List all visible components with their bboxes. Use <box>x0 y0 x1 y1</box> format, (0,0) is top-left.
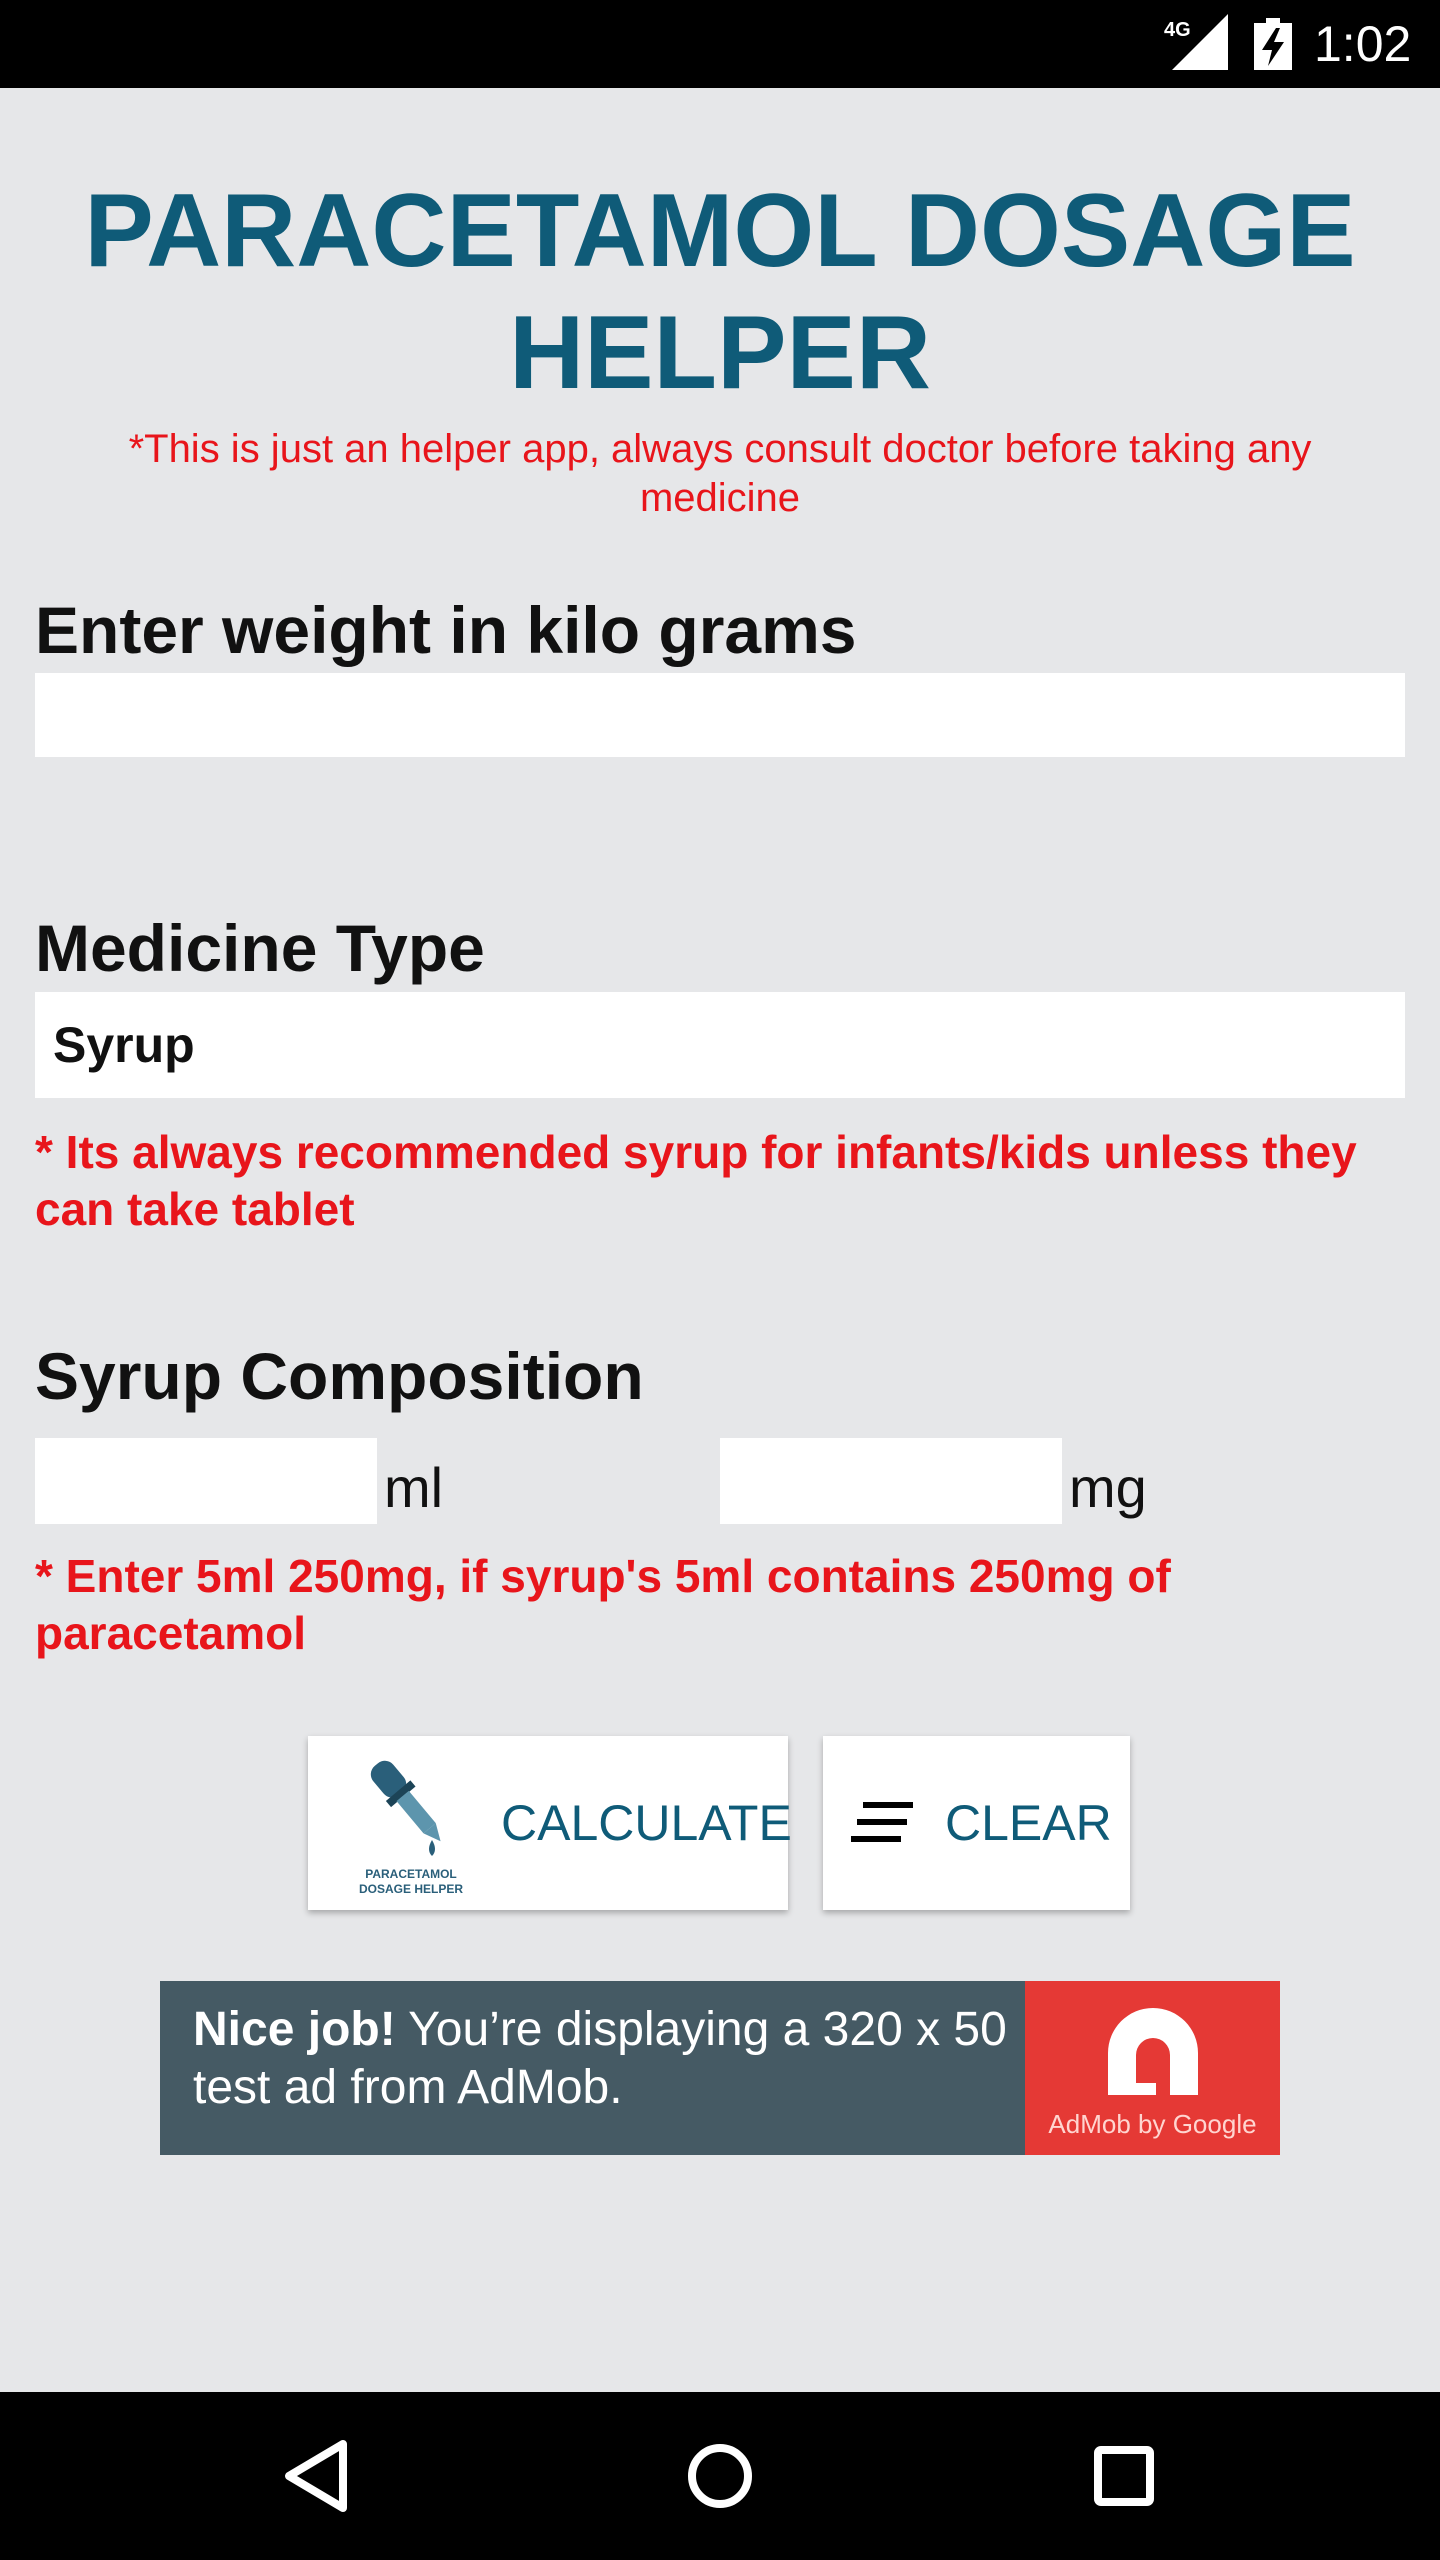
ml-unit-label: ml <box>384 1456 444 1519</box>
medicine-type-select[interactable]: Syrup <box>35 992 1405 1098</box>
calculate-button-label: CALCULATE <box>501 1795 792 1851</box>
status-bar: 4G 1:02 <box>0 0 1440 88</box>
medicine-type-selected: Syrup <box>53 1017 195 1073</box>
nav-home-icon[interactable] <box>670 2426 770 2526</box>
svg-text:PARACETAMOL: PARACETAMOL <box>365 1867 457 1881</box>
nav-recents-icon[interactable] <box>1074 2426 1174 2526</box>
syrup-composition-label: Syrup Composition <box>35 1339 644 1413</box>
ad-brand: AdMob by Google <box>1048 2109 1257 2139</box>
ad-headline: Nice job! <box>193 2003 396 2056</box>
ad-text: Nice job! You’re displaying a 320 x 50 t… <box>193 2001 1013 2117</box>
calculate-button[interactable]: PARACETAMOL DOSAGE HELPER CALCULATE <box>308 1736 792 1910</box>
battery-charging-icon <box>1254 18 1292 70</box>
mg-unit-label: mg <box>1069 1456 1147 1519</box>
status-time: 1:02 <box>1314 16 1412 72</box>
ad-brand-panel: AdMob by Google <box>1025 1981 1280 2155</box>
weight-label: Enter weight in kilo grams <box>35 593 857 667</box>
page-title: PARACETAMOL DOSAGE HELPER <box>84 173 1356 411</box>
network-4g-icon: 4G <box>1164 14 1228 70</box>
clear-button[interactable]: CLEAR <box>823 1736 1130 1910</box>
weight-input[interactable] <box>35 673 1405 757</box>
syrup-mg-input[interactable] <box>720 1438 1062 1524</box>
svg-text:4G: 4G <box>1164 19 1191 41</box>
medicine-type-label: Medicine Type <box>35 911 485 985</box>
clear-lines-icon <box>851 1802 913 1842</box>
disclaimer-text: *This is just an helper app, always cons… <box>128 427 1312 520</box>
admob-test-ad[interactable]: Nice job! You’re displaying a 320 x 50 t… <box>160 1981 1280 2155</box>
navigation-bar <box>0 2392 1440 2560</box>
composition-note: * Enter 5ml 250mg, if syrup's 5ml contai… <box>35 1550 1171 1659</box>
syrup-ml-input[interactable] <box>35 1438 377 1524</box>
nav-back-icon[interactable] <box>267 2426 367 2526</box>
admob-logo-icon <box>1108 2008 1198 2095</box>
svg-text:DOSAGE HELPER: DOSAGE HELPER <box>359 1882 463 1896</box>
clear-button-label: CLEAR <box>945 1795 1112 1851</box>
dropper-logo-icon: PARACETAMOL DOSAGE HELPER <box>359 1760 463 1896</box>
medicine-note: * Its always recommended syrup for infan… <box>35 1126 1357 1235</box>
